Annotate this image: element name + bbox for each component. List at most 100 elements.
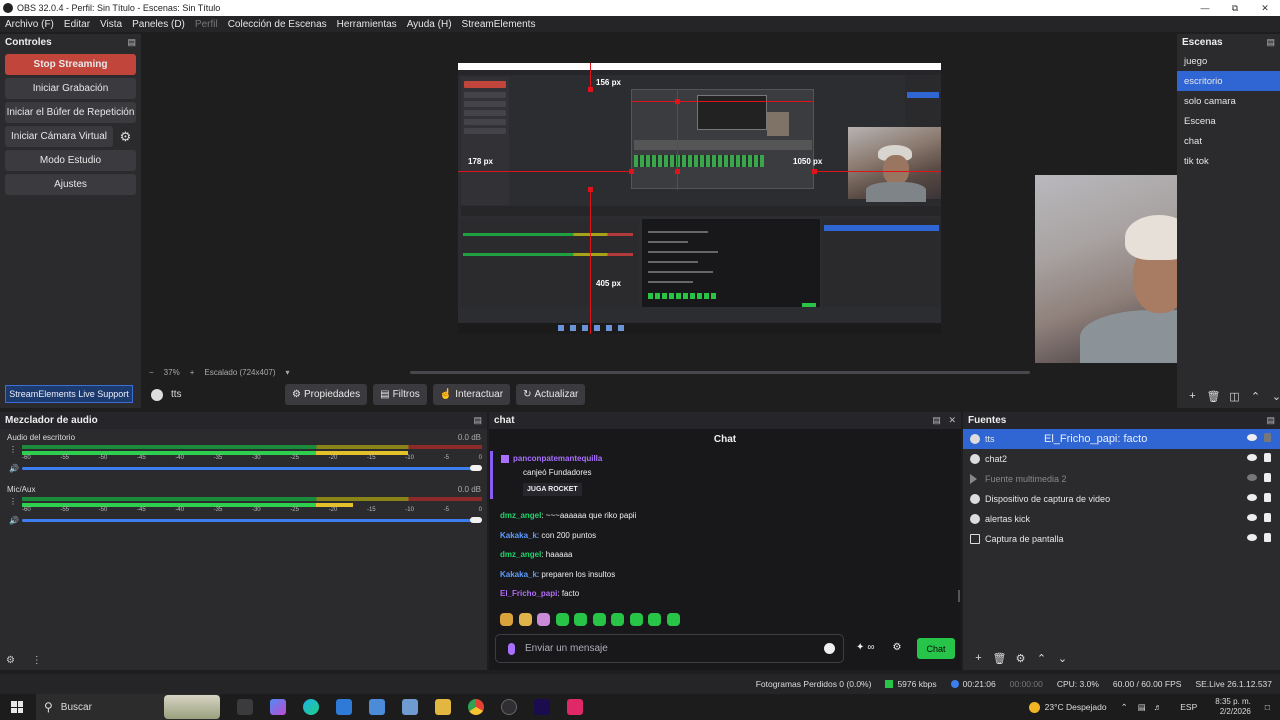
chrome-icon[interactable] xyxy=(467,699,484,715)
gear-icon[interactable]: ⚙ xyxy=(1010,652,1031,665)
menu-help[interactable]: Ayuda (H) xyxy=(402,19,457,30)
zoom-out-icon[interactable]: − xyxy=(149,368,154,377)
virtual-camera-button[interactable]: Iniciar Cámara Virtual xyxy=(5,126,113,147)
visibility-eye-icon[interactable] xyxy=(1247,534,1257,541)
source-item[interactable]: alertas kick xyxy=(963,509,1280,529)
emote-icon[interactable] xyxy=(518,613,532,626)
speaker-icon[interactable]: 🔊 xyxy=(9,516,19,525)
menu-edit[interactable]: Editar xyxy=(59,19,95,30)
close-icon[interactable]: ✕ xyxy=(1250,0,1280,16)
windows-start-icon[interactable] xyxy=(11,701,23,713)
visibility-eye-icon[interactable] xyxy=(1247,494,1257,501)
edge-icon[interactable] xyxy=(302,699,319,715)
lock-icon[interactable] xyxy=(1264,433,1271,442)
redemption-username[interactable]: panconpatemantequilla xyxy=(513,454,602,463)
emote-icon[interactable] xyxy=(592,613,606,626)
copilot-icon[interactable] xyxy=(269,699,286,715)
volume-slider-knob[interactable] xyxy=(470,517,482,523)
filters-button[interactable]: ▤ Filtros xyxy=(373,384,427,405)
speaker-icon[interactable]: 🔊 xyxy=(9,464,19,473)
start-recording-button[interactable]: Iniciar Grabación xyxy=(5,78,136,99)
track-menu-icon[interactable]: ⋮ xyxy=(9,445,17,454)
volume-icon[interactable]: ♬ xyxy=(1154,702,1163,712)
replay-buffer-button[interactable]: Iniciar el Búfer de Repetición xyxy=(5,102,136,123)
chat-username[interactable]: Kakaka_k xyxy=(500,531,537,540)
tiktok-icon[interactable] xyxy=(566,699,583,715)
lock-icon[interactable] xyxy=(1264,493,1271,502)
scaling-dropdown-icon[interactable]: ▾ xyxy=(286,368,290,377)
preview-scrollbar[interactable] xyxy=(410,371,1030,374)
emote-icon[interactable] xyxy=(629,613,643,626)
volume-slider[interactable] xyxy=(22,519,477,522)
emoji-icon[interactable] xyxy=(824,643,835,654)
stop-streaming-button[interactable]: Stop Streaming xyxy=(5,54,136,75)
task-view-icon[interactable] xyxy=(236,699,253,715)
mail-icon[interactable] xyxy=(335,699,352,715)
volume-slider-knob[interactable] xyxy=(470,465,482,471)
chat-username[interactable]: Kakaka_k xyxy=(500,570,537,579)
dock-float-icon[interactable]: ▤ xyxy=(932,415,941,425)
lock-icon[interactable] xyxy=(1264,453,1271,462)
se-live-support-button[interactable]: StreamElements Live Support xyxy=(5,385,133,403)
preview-canvas[interactable]: 156 px 178 px 1050 px 405 px xyxy=(458,63,941,334)
store-icon[interactable] xyxy=(368,699,385,715)
points-icon[interactable]: ✦ xyxy=(856,642,864,653)
minimize-icon[interactable]: — xyxy=(1190,0,1220,16)
lock-icon[interactable] xyxy=(1264,473,1271,482)
gear-icon[interactable]: ⚙ xyxy=(115,126,136,147)
chat-send-button[interactable]: Chat xyxy=(917,638,955,659)
properties-button[interactable]: ⚙ Propiedades xyxy=(285,384,368,405)
visibility-eye-icon[interactable] xyxy=(1247,434,1257,441)
refresh-button[interactable]: ↻ Actualizar xyxy=(516,384,586,405)
interact-button[interactable]: ☝ Interactuar xyxy=(432,384,511,405)
move-up-icon[interactable]: ⌃ xyxy=(1031,652,1052,665)
menu-tools[interactable]: Herramientas xyxy=(332,19,402,30)
volume-slider[interactable] xyxy=(22,467,477,470)
move-down-icon[interactable]: ⌄ xyxy=(1266,390,1280,403)
weather-widget[interactable]: 23°C Despejado xyxy=(1028,701,1107,713)
visibility-eye-icon[interactable] xyxy=(1247,514,1257,521)
chat-message-input[interactable]: Enviar un mensaje xyxy=(495,634,844,663)
emote-icon[interactable] xyxy=(666,613,680,626)
studio-mode-button[interactable]: Modo Estudio xyxy=(5,150,136,171)
menu-profile[interactable]: Perfil xyxy=(190,19,223,30)
menu-file[interactable]: Archivo (F) xyxy=(0,19,59,30)
camera-icon[interactable] xyxy=(401,699,418,715)
language-indicator[interactable]: ESP xyxy=(1180,702,1197,712)
tray-chevron-icon[interactable]: ⌃ xyxy=(1121,702,1128,713)
settings-button[interactable]: Ajustes xyxy=(5,174,136,195)
track-menu-icon[interactable]: ⋮ xyxy=(9,497,17,506)
visibility-eye-icon[interactable] xyxy=(1247,474,1257,481)
move-down-icon[interactable]: ⌄ xyxy=(1052,652,1073,665)
emote-icon[interactable] xyxy=(500,613,513,626)
scene-item[interactable]: Escena xyxy=(1177,111,1280,131)
scene-item[interactable]: tik tok xyxy=(1177,151,1280,171)
taskbar-search[interactable]: ⚲ Buscar xyxy=(36,694,220,720)
notification-icon[interactable]: □ xyxy=(1265,702,1270,712)
source-item[interactable]: Captura de pantalla xyxy=(963,529,1280,549)
network-icon[interactable]: ▤ xyxy=(1138,702,1146,713)
chat-username[interactable]: dmz_angel xyxy=(500,511,541,520)
premiere-icon[interactable] xyxy=(533,699,550,715)
close-icon[interactable]: ✕ xyxy=(948,415,956,425)
clock[interactable]: 8:35 p. m. 2/2/2026 xyxy=(1215,697,1251,717)
source-item[interactable]: chat2 xyxy=(963,449,1280,469)
scene-item[interactable]: escritorio xyxy=(1177,71,1280,91)
scene-item[interactable]: chat xyxy=(1177,131,1280,151)
visibility-eye-icon[interactable] xyxy=(1247,454,1257,461)
dock-float-icon[interactable]: ▤ xyxy=(127,37,136,48)
scene-filters-icon[interactable]: ◫ xyxy=(1224,390,1245,403)
trash-icon[interactable]: 🗑 xyxy=(1203,390,1224,403)
menu-docks[interactable]: Paneles (D) xyxy=(127,19,190,30)
source-item[interactable]: Dispositivo de captura de video xyxy=(963,489,1280,509)
chat-username[interactable]: El_Fricho_papi xyxy=(500,589,557,598)
lock-icon[interactable] xyxy=(1264,513,1271,522)
emote-icon[interactable] xyxy=(537,613,550,626)
trash-icon[interactable]: 🗑 xyxy=(989,652,1010,665)
menu-streamelements[interactable]: StreamElements xyxy=(457,19,541,30)
scene-item[interactable]: solo camara xyxy=(1177,91,1280,111)
microphone-icon[interactable] xyxy=(508,642,515,655)
emote-icon[interactable] xyxy=(574,613,587,626)
dock-float-icon[interactable]: ▤ xyxy=(1266,415,1275,426)
scene-item[interactable]: juego xyxy=(1177,51,1280,71)
